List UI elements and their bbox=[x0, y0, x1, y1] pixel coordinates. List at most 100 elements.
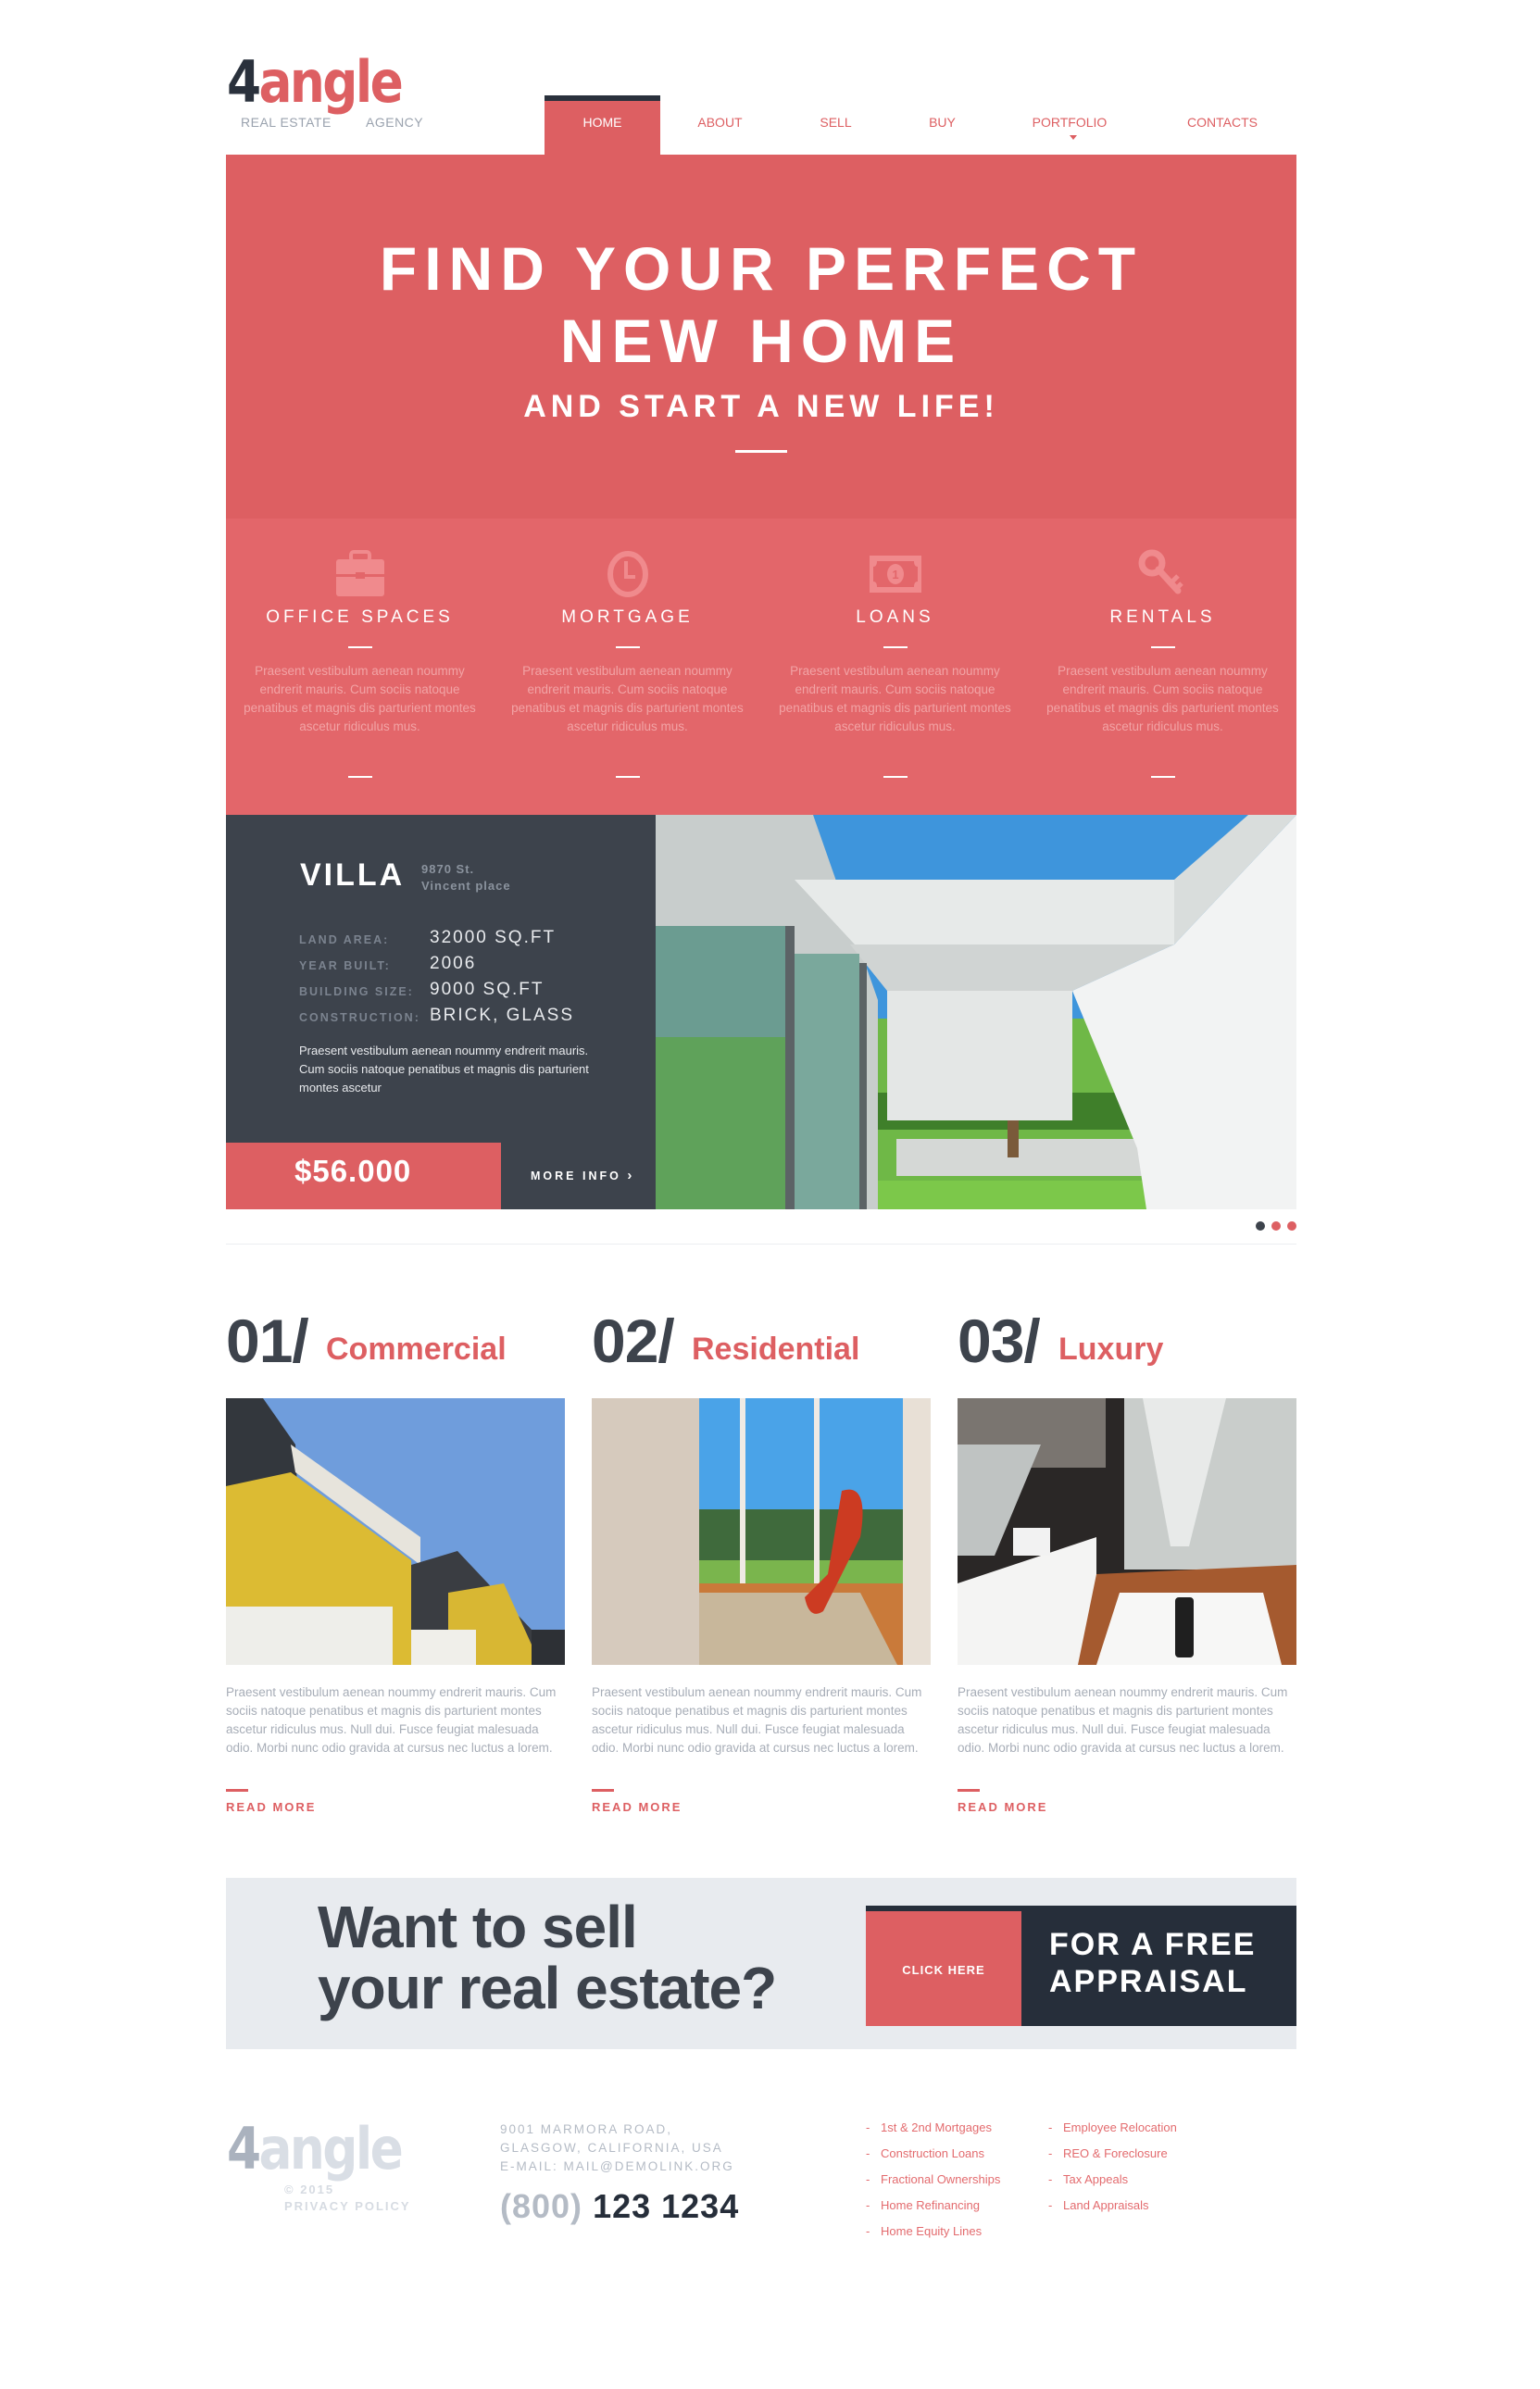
villa-price: $56.000 bbox=[294, 1154, 412, 1188]
nav-item-home[interactable]: HOME bbox=[545, 115, 660, 130]
click-here-button[interactable]: CLICK HERE bbox=[866, 1963, 1021, 1977]
footer-link[interactable]: - Home Equity Lines bbox=[866, 2219, 1000, 2245]
hero-divider bbox=[735, 450, 787, 453]
cta-line2: APPRAISAL bbox=[1049, 1964, 1248, 1999]
feature-divider bbox=[883, 776, 908, 778]
sell-banner-title: Want to sell your real estate? bbox=[318, 1894, 777, 2021]
footer-address: 9001 MARMORA ROAD, GLASGOW, CALIFORNIA, … bbox=[500, 2120, 734, 2176]
footer-phone[interactable]: (800) 123 1234 bbox=[500, 2187, 739, 2226]
nav-item-buy[interactable]: BUY bbox=[898, 115, 986, 130]
spec-label-year-built: YEAR BUILT: bbox=[299, 959, 391, 972]
footer-link[interactable]: - Tax Appeals bbox=[1048, 2167, 1177, 2193]
footer-link-label: REO & Foreclosure bbox=[1063, 2146, 1168, 2160]
footer-link[interactable]: - Land Appraisals bbox=[1048, 2193, 1177, 2219]
spec-value-construction: BRICK, GLASS bbox=[430, 1006, 574, 1025]
spec-value-year-built: 2006 bbox=[430, 954, 477, 973]
nav-item-contacts[interactable]: CONTACTS bbox=[1171, 115, 1273, 130]
footer-link[interactable]: - REO & Foreclosure bbox=[1048, 2141, 1177, 2167]
category-divider bbox=[592, 1789, 614, 1792]
nav-item-about[interactable]: ABOUT bbox=[676, 115, 764, 130]
key-icon bbox=[1138, 549, 1183, 594]
logo-tagline-left: REAL ESTATE bbox=[241, 115, 332, 130]
villa-address-line2: Vincent place bbox=[421, 879, 511, 893]
footer-link[interactable]: - Home Refinancing bbox=[866, 2193, 1000, 2219]
feature-divider bbox=[347, 776, 372, 778]
footer-link-label: Home Refinancing bbox=[881, 2198, 980, 2212]
clock-icon bbox=[607, 551, 648, 597]
spec-label-land-area: LAND AREA: bbox=[299, 933, 390, 946]
read-more-commercial[interactable]: READ MORE bbox=[226, 1793, 316, 1814]
bullet: - bbox=[1048, 2120, 1053, 2134]
category-name-commercial[interactable]: Commercial bbox=[326, 1332, 507, 1368]
footer-link-label: Home Equity Lines bbox=[881, 2224, 983, 2238]
privacy-policy-link[interactable]: PRIVACY POLICY bbox=[284, 2199, 411, 2213]
category-number: 03/ bbox=[958, 1307, 1041, 1375]
category-divider bbox=[226, 1789, 248, 1792]
bullet: - bbox=[866, 2224, 870, 2238]
feature-divider bbox=[615, 776, 640, 778]
footer-links-col2: - Employee Relocation - REO & Foreclosure … bbox=[1048, 2115, 1177, 2219]
category-name-luxury[interactable]: Luxury bbox=[1058, 1332, 1163, 1368]
footer-link[interactable]: - Fractional Ownerships bbox=[866, 2167, 1000, 2193]
category-number: 02/ bbox=[592, 1307, 675, 1375]
villa-address: 9870 St. Vincent place bbox=[421, 861, 511, 894]
footer-logo-word: angle bbox=[258, 2115, 404, 2183]
footer-link-label: Tax Appeals bbox=[1063, 2172, 1129, 2186]
nav-item-sell[interactable]: SELL bbox=[792, 115, 880, 130]
villa-address-line1: 9870 St. bbox=[421, 862, 475, 876]
bullet: - bbox=[866, 2172, 870, 2186]
logo[interactable]: 4angle bbox=[227, 54, 404, 111]
hero-title-line2: NEW HOME bbox=[559, 306, 963, 375]
bullet: - bbox=[866, 2198, 870, 2212]
category-name-residential[interactable]: Residential bbox=[692, 1332, 859, 1368]
feature-divider bbox=[347, 646, 372, 648]
footer-logo[interactable]: 4angle bbox=[227, 2120, 404, 2178]
address-line2: GLASGOW, CALIFORNIA, USA bbox=[500, 2141, 723, 2155]
category-number: 01/ bbox=[226, 1307, 309, 1375]
footer-logo-number: 4 bbox=[227, 2115, 261, 2183]
footer-link[interactable]: -1st & 2nd Mortgages bbox=[866, 2115, 1000, 2141]
nav-item-portfolio[interactable]: PORTFOLIO bbox=[1019, 115, 1121, 130]
footer-link-label: Land Appraisals bbox=[1063, 2198, 1149, 2212]
feature-divider bbox=[883, 646, 908, 648]
slider-dot-3[interactable] bbox=[1287, 1221, 1296, 1231]
sell-title-line1: Want to sell bbox=[318, 1894, 638, 1960]
bullet: - bbox=[1048, 2146, 1053, 2160]
footer-link-label: Fractional Ownerships bbox=[881, 2172, 1001, 2186]
residential-image[interactable] bbox=[592, 1398, 931, 1665]
email-link[interactable]: E-MAIL: MAIL@DEMOLINK.ORG bbox=[500, 2159, 734, 2173]
logo-tagline-right: AGENCY bbox=[366, 115, 424, 130]
footer-copyright-block: © 2015 PRIVACY POLICY bbox=[284, 2182, 411, 2215]
footer-link-label: Construction Loans bbox=[881, 2146, 985, 2160]
logo-number: 4 bbox=[227, 48, 261, 116]
spec-value-land-area: 32000 SQ.FT bbox=[430, 928, 557, 947]
category-divider bbox=[958, 1789, 980, 1792]
footer-link[interactable]: - Construction Loans bbox=[866, 2141, 1000, 2167]
footer-link[interactable]: - Employee Relocation bbox=[1048, 2115, 1177, 2141]
feature-title: OFFICE SPACES bbox=[266, 607, 454, 627]
feature-text: Praesent vestibulum aenean noummy endrer… bbox=[244, 664, 476, 733]
luxury-image[interactable] bbox=[958, 1398, 1296, 1665]
feature-loans[interactable]: 1 LOANS Praesent vestibulum aenean noumm… bbox=[761, 519, 1029, 815]
commercial-image[interactable] bbox=[226, 1398, 565, 1665]
read-more-residential[interactable]: READ MORE bbox=[592, 1793, 682, 1814]
read-more-luxury[interactable]: READ MORE bbox=[958, 1793, 1047, 1814]
banknote-icon: 1 bbox=[869, 556, 921, 593]
more-info-link[interactable]: MORE INFO › bbox=[531, 1168, 634, 1183]
spec-label-construction: CONSTRUCTION: bbox=[299, 1011, 420, 1024]
villa-name: VILLA bbox=[300, 857, 406, 893]
feature-mortgage[interactable]: MORTGAGE Praesent vestibulum aenean noum… bbox=[494, 519, 761, 815]
phone-area-code: (800) bbox=[500, 2187, 583, 2225]
feature-text: Praesent vestibulum aenean noummy endrer… bbox=[511, 664, 744, 733]
cta-line1: FOR A FREE bbox=[1049, 1927, 1257, 1962]
sell-title-line2: your real estate? bbox=[318, 1955, 777, 2021]
slider-dot-2[interactable] bbox=[1271, 1221, 1281, 1231]
feature-rentals[interactable]: RENTALS Praesent vestibulum aenean noumm… bbox=[1029, 519, 1296, 815]
address-line1: 9001 MARMORA ROAD, bbox=[500, 2122, 673, 2136]
portfolio-dropdown-caret-icon[interactable] bbox=[1070, 135, 1077, 140]
logo-word: angle bbox=[258, 48, 404, 116]
spec-value-building-size: 9000 SQ.FT bbox=[430, 980, 545, 999]
footer-link-label: Employee Relocation bbox=[1063, 2120, 1177, 2134]
feature-office-spaces[interactable]: OFFICE SPACES Praesent vestibulum aenean… bbox=[226, 519, 494, 815]
slider-dot-1[interactable] bbox=[1256, 1221, 1265, 1231]
